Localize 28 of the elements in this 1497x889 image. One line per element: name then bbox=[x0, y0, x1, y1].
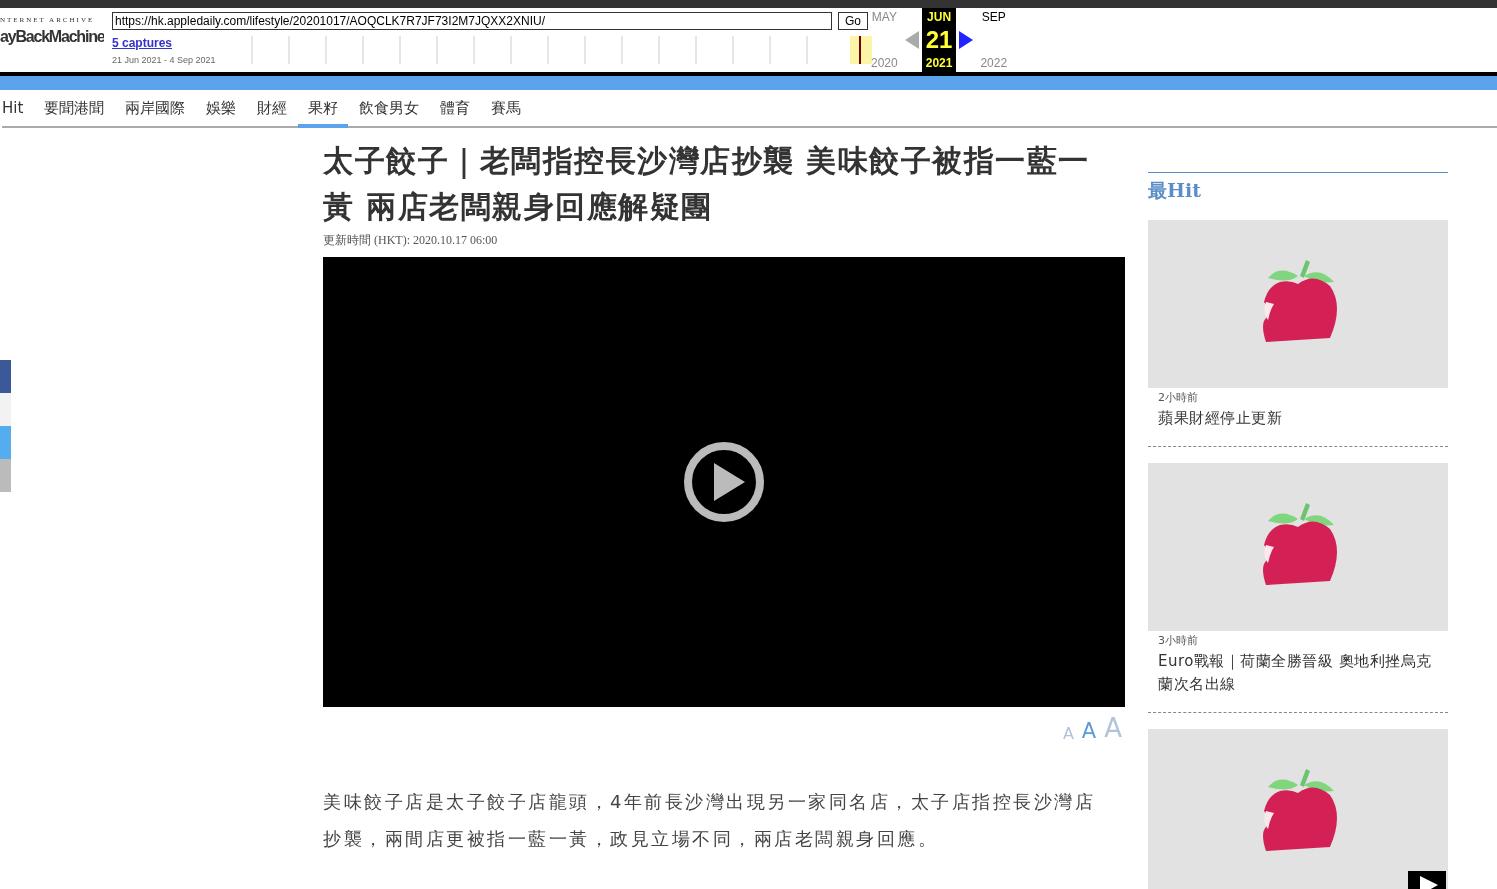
nav-tab[interactable]: 果籽 bbox=[298, 90, 349, 128]
wayback-logo[interactable]: ayBackMachine bbox=[0, 28, 104, 46]
article-title: 太子餃子｜老闆指控長沙灣店抄襲 美味餃子被指一藍一黃 兩店老闆親身回應解疑團 bbox=[323, 142, 1091, 226]
nav-tab[interactable]: 賽馬 bbox=[491, 90, 522, 128]
nav-tab[interactable]: 體育 bbox=[440, 90, 471, 128]
headline-link[interactable]: 蘋果財經停止更新 bbox=[1158, 407, 1438, 430]
nav-tab[interactable]: 飲食男女 bbox=[359, 90, 420, 128]
month-column[interactable]: SEP 2022 bbox=[976, 8, 1012, 72]
nav-tab[interactable]: 要聞港聞 bbox=[44, 90, 105, 128]
go-button[interactable]: Go bbox=[838, 12, 868, 30]
nav-tab[interactable]: 娛樂 bbox=[206, 90, 237, 128]
headline-link[interactable]: Euro戰報｜荷蘭全勝晉級 奧地利挫烏克蘭次名出線 bbox=[1158, 650, 1438, 696]
play-icon[interactable] bbox=[683, 441, 765, 523]
sidebar-title: 最Hit bbox=[1148, 178, 1202, 203]
url-field[interactable]: https://hk.appledaily.com/lifestyle/20201017/AOQCLK7R7JF73I2M7JQXX2XNIU/ bbox=[112, 12, 832, 30]
time-ago: 3小時前 bbox=[1158, 633, 1199, 648]
next-arrow-icon[interactable] bbox=[959, 31, 974, 49]
nav-tab[interactable]: Hit bbox=[2, 90, 24, 128]
nav-tab[interactable]: 兩岸國際 bbox=[125, 90, 186, 128]
update-time: 更新時間 (HKT): 2020.10.17 06:00 bbox=[323, 232, 499, 249]
capture-range: 21 Jun 2021 - 4 Sep 2021 bbox=[112, 55, 217, 65]
nav-tab[interactable]: 財經 bbox=[257, 90, 288, 128]
article-paragraph: 美味餃子店是太子餃子店龍頭，4年前長沙灣出現另一家同名店，太子店指控長沙灣店抄襲，兩間店更被指一藍一黃，政見立場不同，兩店老闆親身回應。 bbox=[323, 790, 1097, 851]
month-column[interactable]: MAY 2020 bbox=[867, 8, 902, 72]
time-ago: 2小時前 bbox=[1158, 390, 1199, 405]
month-column[interactable]: JUN 21 2021 bbox=[921, 8, 957, 72]
captures-link[interactable]: 5 captures bbox=[112, 36, 222, 50]
previous-arrow-icon[interactable] bbox=[904, 31, 919, 49]
